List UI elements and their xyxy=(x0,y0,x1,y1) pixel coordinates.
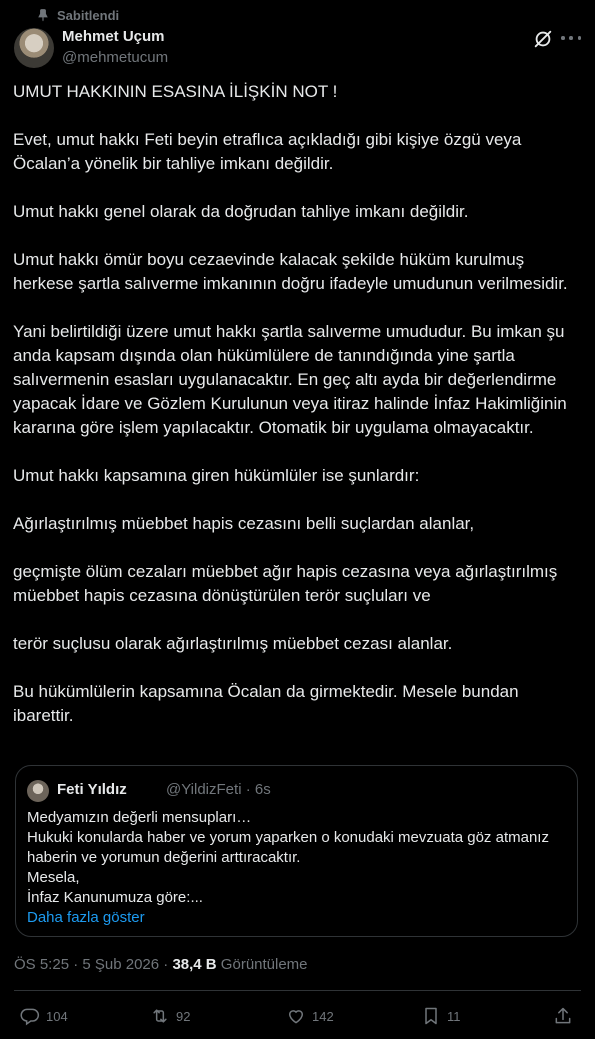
bookmark-count: 11 xyxy=(447,1008,461,1024)
pinned-indicator: Sabitlendi xyxy=(36,6,119,24)
tweet-meta: ÖS 5:25 · 5 Şub 2026 · 38,4 B Görüntülem… xyxy=(14,956,308,973)
like-count: 142 xyxy=(312,1008,334,1024)
repost-icon xyxy=(153,1009,167,1023)
grok-icon[interactable] xyxy=(532,28,554,50)
divider xyxy=(14,990,581,991)
quoted-author-name: Feti Yıldız xyxy=(57,781,127,798)
repost-button[interactable]: 92 xyxy=(150,1006,190,1026)
heart-icon xyxy=(288,1010,304,1024)
quoted-handle-time: @YildizFeti · 6s xyxy=(166,781,271,798)
quoted-line: Hukuki konularda haber ve yorum yaparken… xyxy=(27,829,549,866)
author-name[interactable]: Mehmet Uçum xyxy=(62,28,165,45)
quoted-avatar xyxy=(27,780,49,802)
tweet-paragraph: Bu hükümlülerin kapsamına Öcalan da girm… xyxy=(13,682,519,725)
pin-icon xyxy=(38,9,48,22)
tweet-paragraph: terör suçlusu olarak ağırlaştırılmış müe… xyxy=(13,634,453,653)
reply-icon xyxy=(20,1008,40,1026)
reply-button[interactable]: 104 xyxy=(20,1006,68,1026)
quoted-text: Medyamızın değerli mensupları… Hukuki ko… xyxy=(27,808,567,928)
quoted-line: Medyamızın değerli mensupları… xyxy=(27,809,252,826)
quoted-line: Mesela, xyxy=(27,869,80,886)
tweet-paragraph: Yani belirtildiği üzere umut hakkı şartl… xyxy=(13,322,567,437)
like-button[interactable]: 142 xyxy=(286,1006,334,1026)
tweet-paragraph: UMUT HAKKININ ESASINA İLİŞKİN NOT ! xyxy=(13,82,338,101)
tweet-paragraph: Umut hakkı ömür boyu cezaevinde kalacak … xyxy=(13,250,568,293)
tweet-paragraph: Umut hakkı genel olarak da doğrudan tahl… xyxy=(13,202,469,221)
repost-count: 92 xyxy=(176,1008,191,1024)
reply-count: 104 xyxy=(46,1008,68,1024)
tweet-paragraph: geçmişte ölüm cezaları müebbet ağır hapi… xyxy=(13,562,558,605)
tweet-paragraph: Ağırlaştırılmış müebbet hapis cezasını b… xyxy=(13,514,475,533)
bookmark-icon xyxy=(425,1007,437,1025)
pinned-label: Sabitlendi xyxy=(57,7,120,23)
share-icon xyxy=(555,1007,571,1024)
avatar[interactable] xyxy=(14,28,54,68)
views-label: Görüntüleme xyxy=(216,956,308,973)
quoted-line: İnfaz Kanunumuza göre:... xyxy=(27,889,203,906)
tweet-paragraph: Evet, umut hakkı Feti beyin etraflıca aç… xyxy=(13,130,522,173)
share-button[interactable] xyxy=(553,1006,579,1026)
view-count: 38,4 B xyxy=(172,956,217,973)
bookmark-button[interactable]: 11 xyxy=(421,1006,461,1026)
author-handle[interactable]: @mehmetucum xyxy=(62,49,168,66)
more-options-icon[interactable] xyxy=(561,28,581,48)
tweet-paragraph: Umut hakkı kapsamına giren hükümlüler is… xyxy=(13,466,420,485)
show-more-link[interactable]: Daha fazla göster xyxy=(27,908,567,928)
quoted-tweet[interactable]: Feti Yıldız @YildizFeti · 6s Medyamızın … xyxy=(15,765,578,937)
timestamp[interactable]: ÖS 5:25 · 5 Şub 2026 · xyxy=(14,956,172,973)
tweet-text: UMUT HAKKININ ESASINA İLİŞKİN NOT ! Evet… xyxy=(13,80,583,728)
action-bar: 104 92 142 11 xyxy=(0,1004,595,1030)
